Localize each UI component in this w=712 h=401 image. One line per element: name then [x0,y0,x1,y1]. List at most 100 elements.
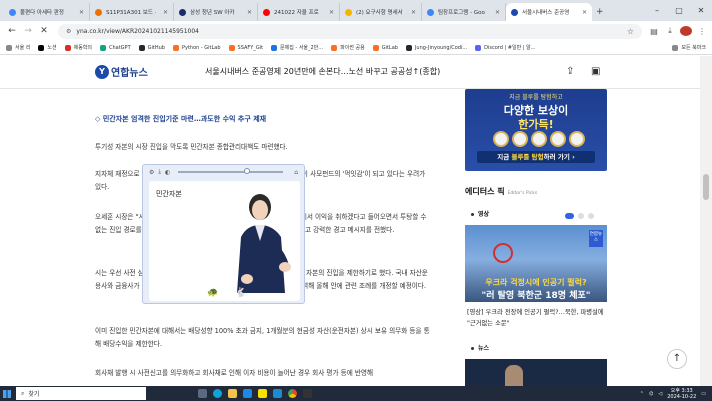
store-icon[interactable] [243,389,252,398]
browser-tab[interactable]: 삼성 청년 SW 아카 ✕ [174,3,258,21]
download-icon[interactable]: ⤓ [664,26,676,36]
browser-tab-active[interactable]: 서울시내버스 준공영 ✕ [506,3,592,21]
address-bar: ← → ✕ ⚙ yna.co.kr/view/AKR20241021145951… [0,21,712,41]
browser-tab[interactable]: (2) 요구사항 명세서 ✕ [340,3,422,21]
file-explorer-icon[interactable] [228,389,237,398]
app-icon[interactable] [303,389,312,398]
tab-strip: 불편다 아세타 판정 ✕ S11P31A301 보드 · ✕ 삼성 청년 SW … [0,0,712,21]
browser-tab[interactable]: 불편다 아세타 판정 ✕ [4,3,90,21]
discord-icon [475,44,482,51]
close-tab-icon[interactable]: ✕ [326,9,334,16]
tab-favicon [95,8,102,16]
extensions-icon[interactable]: ▤ [648,27,660,36]
volume-icon[interactable]: ◁ [658,391,662,397]
vscode-icon[interactable] [273,389,282,398]
forward-icon[interactable]: → [20,26,36,36]
download-icon[interactable]: ⤓ [158,168,161,176]
scroll-to-top-button[interactable]: ↑ [667,349,687,369]
carousel-dot[interactable] [588,213,594,219]
profile-avatar[interactable] [680,26,692,36]
site-info-icon[interactable]: ⚙ [66,28,71,35]
close-tab-icon[interactable]: ✕ [76,9,84,16]
news-thumbnail[interactable]: 연합뉴스 우크라 걱정시에 인공기 펄럭? "러 탈영 북한군 18명 체포" [465,225,607,302]
tab-label: S11P31A301 보드 · [106,10,157,16]
share-icon[interactable]: ⇪ [566,66,574,77]
carousel-dot[interactable] [565,213,574,219]
close-tab-icon[interactable]: ✕ [160,9,168,16]
browser-tab[interactable]: S11P31A301 보드 · ✕ [90,3,174,21]
tab-label: (2) 요구사항 명세서 [356,10,403,16]
ad-cta-button[interactable]: 지금 블루를 탐험하러 가기 › [477,151,595,163]
task-view-icon[interactable] [198,389,207,398]
category-news-label: 뉴스 [471,343,489,352]
bookmark-item[interactable]: ChatGPT [100,44,131,51]
bookmark-item[interactable]: 문제집 - 서울_2반... [271,44,323,51]
bookmark-item[interactable]: 노션 [38,44,57,51]
browser-tab[interactable]: 팀장프로그램 - Goo ✕ [422,3,506,21]
bookmark-item[interactable]: GitHub [138,44,165,51]
back-icon[interactable]: ← [4,26,20,36]
close-tab-icon[interactable]: ✕ [492,9,500,16]
bookmark-item[interactable]: SSAFY_Git [228,44,263,51]
sign-language-popup[interactable]: ⚙ ⤓ ◐ ⌂ 민간자본 🐢 🐇 [142,164,305,304]
browser-tab[interactable]: 241022 자율 프로 ✕ [258,3,340,21]
bookmark-item[interactable]: Jung-Jinyoung/Codi... [405,44,467,51]
notification-icon[interactable]: ▭ [701,391,706,397]
taskbar-apps [198,389,312,398]
slider-knob[interactable] [243,168,250,174]
carousel-dots [565,213,594,219]
editors-pick-title: 에디터스 픽 Editor's Picks [465,187,538,196]
bookmark-item[interactable]: Discord | #일반 | 알... [475,44,535,51]
bookmark-item[interactable]: 서울 리 [6,44,30,51]
bookmark-item[interactable]: Python - GitLab [172,44,221,51]
contrast-icon[interactable]: ◐ [165,169,170,176]
home-icon[interactable]: ⌂ [294,169,298,176]
scrollbar-thumb[interactable] [703,174,709,200]
search-placeholder: 찾기 [28,391,40,398]
taskbar-search[interactable]: ⌕ 찾기 [16,387,146,400]
site-logo[interactable]: Y 연합뉴스 [95,64,148,79]
sidebar-ad-banner[interactable]: 지금 블루를 탐험하고 다양한 보상이 한가득! 지금 블루를 탐험하러 가기 … [465,89,607,171]
settings-icon[interactable]: ⚙ [149,169,154,176]
speed-slider[interactable] [178,168,284,174]
windows-start-icon[interactable] [0,386,14,401]
minimize-icon[interactable]: – [646,6,668,15]
tab-favicon [263,8,270,16]
bookmark-star-icon[interactable]: ☆ [627,27,634,36]
window-controls: – ▢ ✕ [646,0,712,21]
reward-coin-icon [493,131,509,147]
slow-speed-turtle-icon[interactable]: 🐢 [207,288,218,298]
url-input[interactable]: ⚙ yna.co.kr/view/AKR20241021145951004 ☆ [58,23,642,39]
network-icon[interactable]: ⌬ [649,391,653,397]
menu-icon[interactable]: ⋮ [696,27,708,36]
close-window-icon[interactable]: ✕ [690,6,712,15]
carousel-dot[interactable] [578,213,584,219]
bookmark-item[interactable]: GitLab [372,44,398,51]
tray-arrow-icon[interactable]: ⌃ [640,391,644,397]
kakaotalk-icon[interactable] [258,389,267,398]
bookmark-item[interactable]: 파이썬 공용 [331,44,365,51]
yonhap-logo-icon: Y [95,64,109,79]
windows-taskbar: ⌕ 찾기 ⌃ ⌬ ◁ 오후 3:33 2024-10-22 ▭ [0,386,712,401]
bookmark-icon [64,44,71,51]
fast-speed-rabbit-icon[interactable]: 🐇 [235,288,246,298]
maximize-icon[interactable]: ▢ [668,6,690,15]
chrome-icon[interactable] [288,389,297,398]
reload-icon[interactable]: ✕ [36,26,52,36]
close-tab-icon[interactable]: ✕ [244,9,252,16]
thumbnail-caption-2: "러 탈영 북한군 18명 체포" [481,291,591,301]
clock[interactable]: 오후 3:33 2024-10-22 [667,388,696,400]
edge-icon[interactable] [213,389,222,398]
news-link-text[interactable]: [영상] 우크라 전장에 인공기 펄럭?…북한, 파병설에 "근거없는 소문" [467,307,607,329]
tab-label: 삼성 청년 SW 아카 [190,10,235,16]
comment-icon[interactable]: ▣ [591,66,600,77]
news-thumbnail-2[interactable] [465,359,607,386]
all-bookmarks-folder[interactable]: 모든 북마크 [672,44,706,51]
close-tab-icon[interactable]: ✕ [579,9,587,16]
editors-pick-subtitle: Editor's Picks [507,191,538,196]
reward-coin-icon [550,131,566,147]
page-scrollbar[interactable] [700,56,712,386]
bookmark-item[interactable]: 제동학의 [64,44,92,51]
new-tab-icon[interactable]: + [592,3,608,21]
close-tab-icon[interactable]: ✕ [408,9,416,16]
